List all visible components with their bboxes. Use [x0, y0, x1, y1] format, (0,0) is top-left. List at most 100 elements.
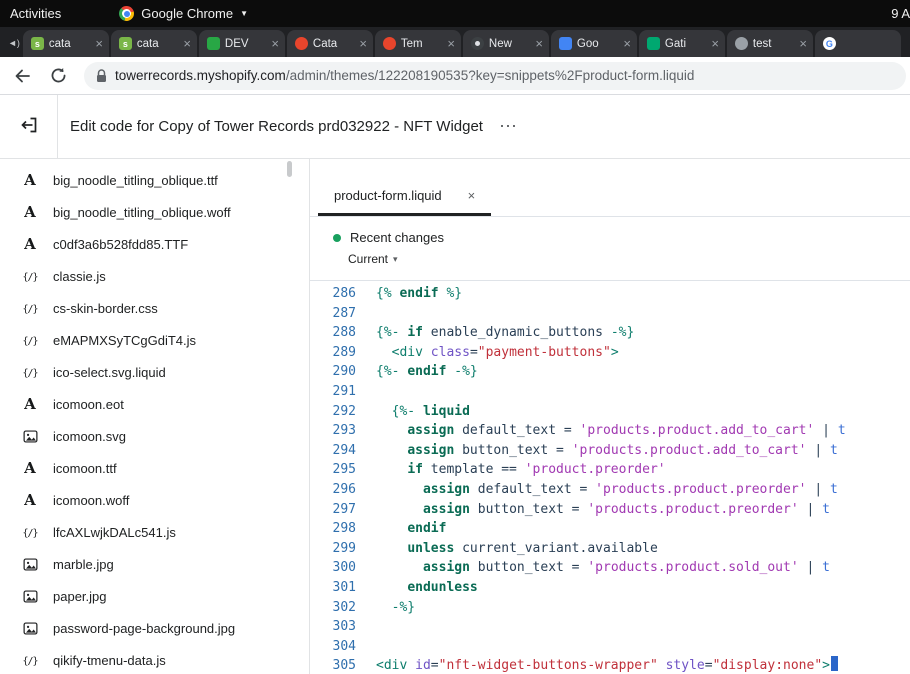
circle-favicon [383, 37, 396, 50]
code-text: {%- if enable_dynamic_buttons -%} [368, 323, 910, 343]
tab-title: DEV [225, 38, 266, 50]
globe-favicon [735, 37, 748, 50]
tab-close-icon[interactable]: × [447, 37, 455, 50]
version-dropdown[interactable]: Current ▾ [348, 252, 910, 266]
browser-tab[interactable]: scata× [23, 30, 109, 57]
file-item[interactable]: Aicomoon.eot [0, 388, 309, 420]
token: = [431, 658, 439, 673]
tab-title: Cata [313, 38, 354, 50]
tab-close-icon[interactable]: × [271, 37, 279, 50]
file-item[interactable]: Ac0df3a6b528fdd85.TTF [0, 228, 309, 260]
browser-tab[interactable]: Cata × [287, 30, 373, 57]
file-item[interactable]: Abig_noodle_titling_oblique.ttf [0, 164, 309, 196]
line-number: 297 [310, 500, 368, 520]
token: | [799, 502, 822, 517]
editor-tab-product-form[interactable]: product-form.liquid × [318, 176, 491, 216]
token: 'products.product.add_to_cart' [572, 443, 807, 458]
app-title: Google Chrome [141, 6, 233, 21]
file-sidebar: Abig_noodle_titling_oblique.ttfAbig_nood… [0, 159, 310, 674]
line-number: 289 [310, 343, 368, 363]
token: %} [439, 286, 462, 301]
text-cursor [831, 656, 838, 671]
file-item[interactable]: Abig_noodle_titling_oblique.woff [0, 196, 309, 228]
token: -%} [446, 364, 477, 379]
more-actions-button[interactable]: ⋯ [499, 95, 517, 158]
back-button[interactable] [8, 62, 36, 90]
file-item[interactable]: {/}cs-skin-border.css [0, 292, 309, 324]
browser-tabs: scata×scata×DEV×Cata×Tem×New×Goo×Gati×te… [23, 30, 901, 57]
file-item[interactable]: Aicomoon.woff [0, 484, 309, 516]
tab-close-icon[interactable]: × [535, 37, 543, 50]
speaker-icon: ◄) [8, 38, 20, 48]
code-text: <div id="nft-widget-buttons-wrapper" sty… [368, 656, 910, 674]
file-item[interactable]: password-page-background.jpg [0, 612, 309, 644]
tab-close-icon[interactable]: × [623, 37, 631, 50]
code-line: 293 assign default_text = 'products.prod… [310, 421, 910, 441]
code-text: assign button_text = 'products.product.a… [368, 441, 910, 461]
url-host: towerrecords.myshopify.com [115, 68, 286, 83]
code-text: if template == 'product.preorder' [368, 460, 910, 480]
address-bar[interactable]: towerrecords.myshopify.com/admin/themes/… [84, 62, 906, 90]
file-item[interactable]: icomoon.svg [0, 420, 309, 452]
square-favicon [647, 37, 660, 50]
token: assign [407, 443, 454, 458]
file-item[interactable]: {/}qikify-tmenu-data.js [0, 644, 309, 674]
code-text: {%- endif -%} [368, 362, 910, 382]
exit-column [0, 95, 58, 158]
line-number: 292 [310, 402, 368, 422]
token: t [822, 502, 830, 517]
browser-tab[interactable]: DEV × [199, 30, 285, 57]
file-list: Abig_noodle_titling_oblique.ttfAbig_nood… [0, 159, 309, 674]
token: button_text = [470, 502, 587, 517]
code-text: assign default_text = 'products.product.… [368, 480, 910, 500]
sidebar-scrollbar[interactable] [287, 161, 292, 177]
code-file-icon: {/} [18, 521, 42, 544]
file-item[interactable]: {/}classie.js [0, 260, 309, 292]
active-app-menu[interactable]: Google Chrome ▼ [119, 6, 248, 21]
code-file-icon: {/} [18, 265, 42, 288]
file-item[interactable]: {/}eMAPMXSyTCgGdiT4.js [0, 324, 309, 356]
editor-tab-bar: product-form.liquid × [310, 159, 910, 217]
browser-tab[interactable]: Tem× [375, 30, 461, 57]
tab-close-icon[interactable]: × [359, 37, 367, 50]
tab-close-icon[interactable]: × [95, 37, 103, 50]
browser-tab[interactable]: New× [463, 30, 549, 57]
tab-close-icon[interactable]: × [799, 37, 807, 50]
token: <div [376, 658, 407, 673]
font-file-icon: A [18, 171, 42, 189]
file-item[interactable]: {/}ico-select.svg.liquid [0, 356, 309, 388]
activities-button[interactable]: Activities [10, 6, 61, 21]
code-editor[interactable]: 286{% endif %}287 288{%- if enable_dynam… [310, 281, 910, 674]
browser-tab[interactable]: test× [727, 30, 813, 57]
image-file-icon [18, 621, 42, 636]
browser-tab[interactable]: G [815, 30, 901, 57]
token [376, 521, 407, 536]
code-text: endif [368, 519, 910, 539]
file-item[interactable]: {/}lfcAXLwjkDALc541.js [0, 516, 309, 548]
close-icon[interactable]: × [468, 188, 476, 203]
file-item[interactable]: Aicomoon.ttf [0, 452, 309, 484]
file-name: paper.jpg [53, 589, 107, 604]
browser-tab[interactable]: scata× [111, 30, 197, 57]
image-file-icon [18, 557, 42, 572]
token [376, 502, 423, 517]
tab-close-icon[interactable]: × [183, 37, 191, 50]
system-top-bar: Activities Google Chrome ▼ 9 A [0, 0, 910, 27]
tab-close-icon[interactable]: × [711, 37, 719, 50]
token: 'products.product.preorder' [587, 502, 798, 517]
token: t [822, 560, 830, 575]
browser-tab[interactable]: Gati× [639, 30, 725, 57]
font-file-icon: A [18, 235, 42, 253]
browser-tab[interactable]: Goo× [551, 30, 637, 57]
file-item[interactable]: marble.jpg [0, 548, 309, 580]
token [658, 658, 666, 673]
shopify-favicon: s [119, 37, 132, 50]
code-text: {% endif %} [368, 284, 910, 304]
reload-button[interactable] [44, 62, 72, 90]
file-item[interactable]: paper.jpg [0, 580, 309, 612]
exit-code-editor-button[interactable] [15, 111, 43, 142]
token: endif [407, 364, 446, 379]
token: assign [407, 423, 454, 438]
image-file-icon [18, 589, 42, 604]
token: | [814, 423, 837, 438]
